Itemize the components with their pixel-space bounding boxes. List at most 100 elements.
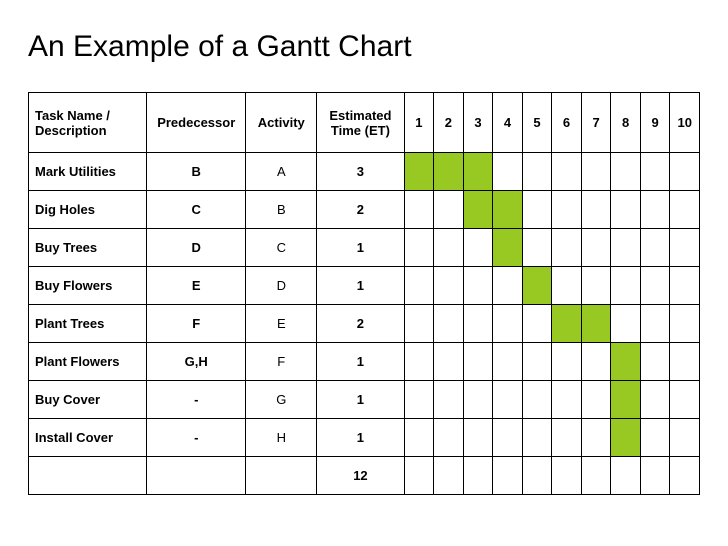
gantt-cell (522, 381, 552, 419)
gantt-cell (670, 229, 700, 267)
gantt-cell (463, 305, 493, 343)
gantt-cell (463, 191, 493, 229)
et-cell: 1 (317, 381, 404, 419)
gantt-cell (552, 191, 582, 229)
gantt-cell (670, 153, 700, 191)
gantt-cell (670, 343, 700, 381)
activity-cell: F (246, 343, 317, 381)
task-name: Install Cover (29, 419, 147, 457)
gantt-cell (463, 229, 493, 267)
predecessor-cell: B (147, 153, 246, 191)
gantt-cell (404, 229, 434, 267)
activity-cell: E (246, 305, 317, 343)
gantt-cell (404, 419, 434, 457)
gantt-cell (434, 457, 464, 495)
gantt-cell (611, 343, 641, 381)
task-name: Plant Trees (29, 305, 147, 343)
header-time-6: 6 (552, 93, 582, 153)
gantt-cell (581, 381, 611, 419)
table-row: Buy TreesDC1 (29, 229, 700, 267)
gantt-cell (640, 153, 670, 191)
et-cell: 3 (317, 153, 404, 191)
table-row: Dig HolesCB2 (29, 191, 700, 229)
header-time-4: 4 (493, 93, 523, 153)
gantt-cell (611, 305, 641, 343)
page-title: An Example of a Gantt Chart (28, 30, 700, 64)
gantt-cell (493, 343, 523, 381)
task-name: Mark Utilities (29, 153, 147, 191)
gantt-cell (611, 457, 641, 495)
predecessor-cell: G,H (147, 343, 246, 381)
gantt-cell (552, 305, 582, 343)
gantt-cell (670, 267, 700, 305)
gantt-cell (552, 457, 582, 495)
gantt-cell (640, 343, 670, 381)
gantt-cell (404, 267, 434, 305)
header-time-3: 3 (463, 93, 493, 153)
et-cell: 1 (317, 229, 404, 267)
gantt-cell (434, 343, 464, 381)
total-et: 12 (317, 457, 404, 495)
gantt-cell (611, 153, 641, 191)
activity-cell: A (246, 153, 317, 191)
gantt-cell (552, 153, 582, 191)
table-row: Plant TreesFE2 (29, 305, 700, 343)
gantt-cell (493, 419, 523, 457)
gantt-cell (404, 153, 434, 191)
gantt-cell (640, 419, 670, 457)
gantt-cell (522, 153, 552, 191)
header-time-2: 2 (434, 93, 464, 153)
gantt-cell (581, 267, 611, 305)
gantt-cell (670, 305, 700, 343)
gantt-cell (434, 419, 464, 457)
gantt-cell (404, 457, 434, 495)
predecessor-cell: E (147, 267, 246, 305)
gantt-cell (522, 457, 552, 495)
task-name: Buy Flowers (29, 267, 147, 305)
gantt-cell (404, 381, 434, 419)
gantt-cell (552, 267, 582, 305)
task-name: Buy Cover (29, 381, 147, 419)
gantt-cell (404, 191, 434, 229)
gantt-cell (493, 153, 523, 191)
gantt-cell (640, 191, 670, 229)
header-row: Task Name / Description Predecessor Acti… (29, 93, 700, 153)
et-cell: 1 (317, 343, 404, 381)
table-row: Buy FlowersED1 (29, 267, 700, 305)
gantt-cell (670, 381, 700, 419)
table-row: Buy Cover-G1 (29, 381, 700, 419)
gantt-cell (463, 419, 493, 457)
header-predecessor: Predecessor (147, 93, 246, 153)
predecessor-cell: C (147, 191, 246, 229)
gantt-cell (552, 381, 582, 419)
gantt-cell (463, 153, 493, 191)
predecessor-cell: D (147, 229, 246, 267)
gantt-cell (493, 229, 523, 267)
gantt-cell (522, 305, 552, 343)
gantt-cell (670, 457, 700, 495)
gantt-cell (670, 419, 700, 457)
gantt-cell (434, 191, 464, 229)
gantt-cell (522, 191, 552, 229)
table-row: Mark UtilitiesBA3 (29, 153, 700, 191)
gantt-cell (434, 229, 464, 267)
gantt-cell (640, 267, 670, 305)
gantt-cell (611, 419, 641, 457)
activity-cell: D (246, 267, 317, 305)
gantt-cell (463, 267, 493, 305)
header-time-9: 9 (640, 93, 670, 153)
gantt-cell (581, 305, 611, 343)
gantt-cell (611, 191, 641, 229)
gantt-cell (434, 381, 464, 419)
table-row: Plant FlowersG,HF1 (29, 343, 700, 381)
gantt-cell (463, 457, 493, 495)
activity-cell: H (246, 419, 317, 457)
gantt-cell (434, 267, 464, 305)
gantt-cell (552, 343, 582, 381)
gantt-cell (404, 305, 434, 343)
header-activity: Activity (246, 93, 317, 153)
et-cell: 1 (317, 267, 404, 305)
gantt-cell (611, 267, 641, 305)
header-time-5: 5 (522, 93, 552, 153)
gantt-cell (493, 457, 523, 495)
